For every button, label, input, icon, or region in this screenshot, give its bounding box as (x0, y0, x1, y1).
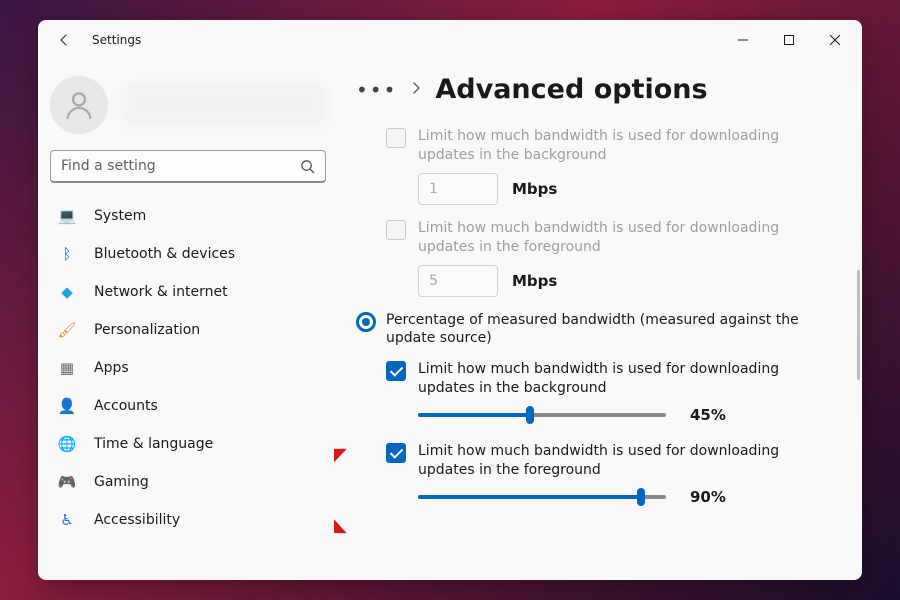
slider-pct-bg[interactable] (418, 406, 666, 424)
sidebar-item-label: Accounts (94, 398, 158, 414)
input-absolute-bg-mbps (418, 173, 498, 205)
label-percentage-mode: Percentage of measured bandwidth (measur… (386, 311, 838, 349)
value-pct-fg: 90% (690, 488, 734, 506)
page-title: Advanced options (435, 74, 707, 105)
settings-window: Settings 💻SystemᛒBluetooth & devices◆N (38, 20, 862, 580)
label-pct-fg: Limit how much bandwidth is used for dow… (418, 442, 838, 480)
sidebar-item-apps[interactable]: ▦ Apps (46, 349, 330, 387)
unit-mbps: Mbps (512, 180, 557, 198)
minimize-button[interactable] (720, 24, 766, 56)
checkbox-absolute-fg (386, 220, 406, 240)
back-button[interactable] (50, 26, 78, 54)
label-absolute-fg: Limit how much bandwidth is used for dow… (418, 219, 838, 257)
label-pct-bg: Limit how much bandwidth is used for dow… (418, 360, 838, 398)
sidebar-item-bluetooth-devices[interactable]: ᛒ Bluetooth & devices (46, 235, 330, 273)
slider-thumb[interactable] (637, 488, 645, 506)
slider-pct-fg[interactable] (418, 488, 666, 506)
sidebar-item-network-internet[interactable]: ◆ Network & internet (46, 273, 330, 311)
network-icon: ◆ (58, 283, 76, 301)
input-absolute-fg-mbps (418, 265, 498, 297)
nav-list: 💻 System ᛒ Bluetooth & devices ◆ Network & in… (46, 197, 330, 539)
sidebar-item-time-language[interactable]: 🌐 Time & language (46, 425, 330, 463)
sidebar-item-label: Bluetooth & devices (94, 246, 235, 262)
sidebar-item-accessibility[interactable]: ♿ Accessibility (46, 501, 330, 539)
maximize-button[interactable] (766, 24, 812, 56)
bluetooth-icon: ᛒ (58, 245, 76, 263)
radio-percentage-mode[interactable] (356, 312, 376, 332)
breadcrumb-ellipsis[interactable]: ••• (356, 78, 397, 102)
sidebar-item-accounts[interactable]: 👤 Accounts (46, 387, 330, 425)
checkbox-pct-fg[interactable] (386, 443, 406, 463)
sidebar-item-label: Gaming (94, 474, 149, 490)
app-title: Settings (92, 33, 141, 47)
search-field[interactable] (50, 150, 326, 183)
system-icon: 💻 (58, 207, 76, 225)
slider-thumb[interactable] (526, 406, 534, 424)
sidebar-item-system[interactable]: 💻 System (46, 197, 330, 235)
gaming-icon: 🎮 (58, 473, 76, 491)
search-icon (300, 159, 315, 174)
close-button[interactable] (812, 24, 858, 56)
accounts-icon: 👤 (58, 397, 76, 415)
titlebar: Settings (38, 20, 862, 60)
apps-icon: ▦ (58, 359, 76, 377)
breadcrumb: ••• Advanced options (356, 74, 838, 105)
scrollbar[interactable] (857, 270, 860, 380)
sidebar-item-label: System (94, 208, 146, 224)
sidebar-item-label: Time & language (94, 436, 213, 452)
value-pct-bg: 45% (690, 406, 734, 424)
scroll-area[interactable]: ••• Advanced options Limit how much band… (334, 62, 852, 580)
sidebar-item-personalization[interactable]: 🖌 Personalization (46, 311, 330, 349)
unit-mbps: Mbps (512, 272, 557, 290)
profile-name (124, 85, 326, 125)
sidebar-item-gaming[interactable]: 🎮 Gaming (46, 463, 330, 501)
search-input[interactable] (61, 158, 300, 174)
avatar (50, 76, 108, 134)
sidebar-item-label: Accessibility (94, 512, 180, 528)
sidebar-item-label: Personalization (94, 322, 200, 338)
chevron-right-icon (411, 80, 421, 99)
window-controls (720, 24, 858, 56)
sidebar: 💻 System ᛒ Bluetooth & devices ◆ Network & in… (38, 60, 334, 580)
accessibility-icon: ♿ (58, 511, 76, 529)
label-absolute-bg: Limit how much bandwidth is used for dow… (418, 127, 838, 165)
checkbox-pct-bg[interactable] (386, 361, 406, 381)
content-pane: ••• Advanced options Limit how much band… (334, 60, 862, 580)
time-icon: 🌐 (58, 435, 76, 453)
sidebar-item-label: Network & internet (94, 284, 228, 300)
sidebar-item-label: Apps (94, 360, 129, 376)
profile-block[interactable] (46, 68, 330, 150)
personalization-icon: 🖌 (58, 321, 76, 339)
checkbox-absolute-bg (386, 128, 406, 148)
